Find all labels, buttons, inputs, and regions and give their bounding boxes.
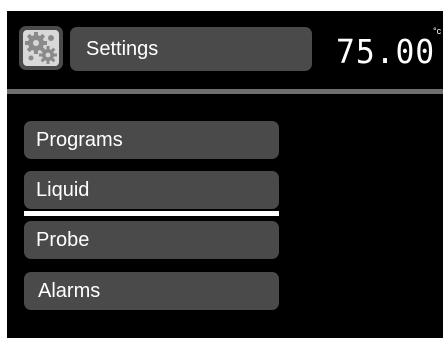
- temperature-unit: °c: [433, 26, 442, 36]
- menu-item-liquid[interactable]: Liquid: [24, 171, 279, 209]
- page-title: Settings: [70, 27, 312, 71]
- header-divider: [7, 89, 443, 94]
- settings-gears-icon: [23, 30, 59, 66]
- settings-icon-button[interactable]: [19, 26, 63, 70]
- temperature-readout: 75.00: [336, 32, 436, 71]
- device-screen: Settings 75.00 °c Programs Liquid Probe …: [7, 11, 443, 338]
- menu-item-alarms[interactable]: Alarms: [24, 272, 279, 310]
- menu-item-programs[interactable]: Programs: [24, 121, 279, 159]
- menu-item-probe[interactable]: Probe: [24, 221, 279, 259]
- selection-indicator: [24, 211, 279, 216]
